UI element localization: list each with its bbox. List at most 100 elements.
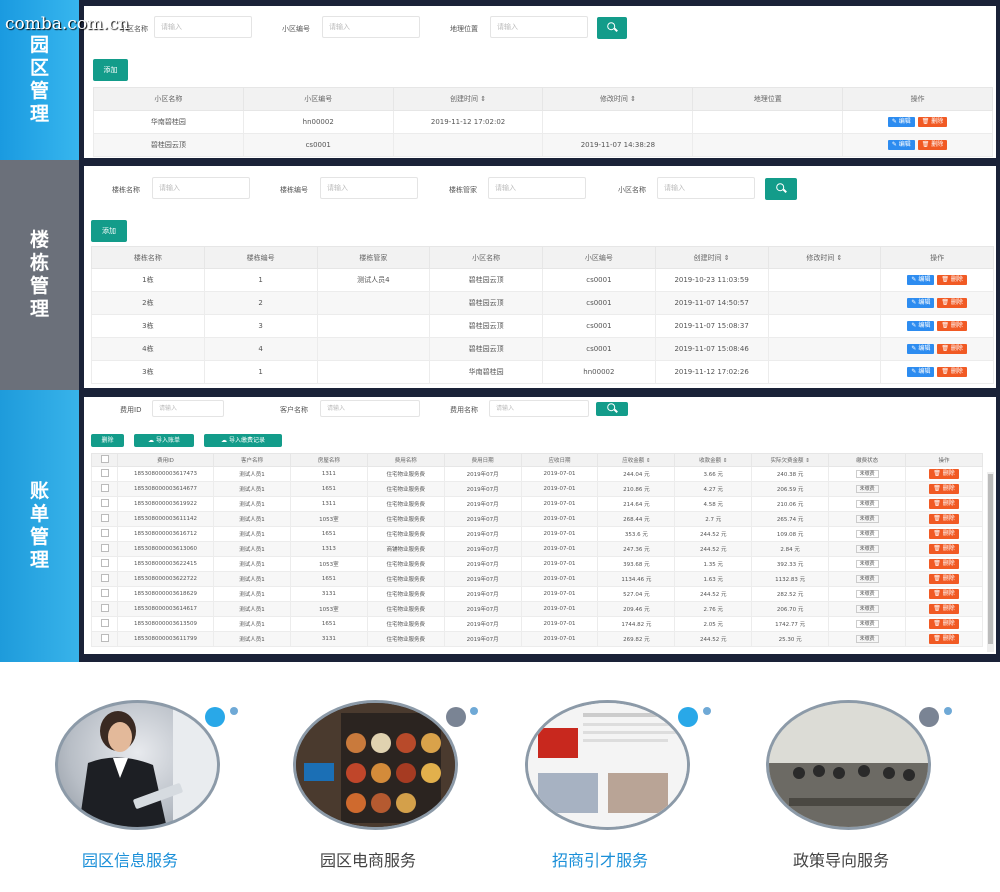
fee-name-input[interactable]: 请输入 xyxy=(489,400,589,417)
delete-button[interactable]: 🗑 删除 xyxy=(937,275,967,285)
row-checkbox[interactable] xyxy=(100,634,109,642)
column-header[interactable]: 房屋名称 xyxy=(289,453,368,467)
column-header[interactable]: 修改时间 ⇕ xyxy=(542,87,694,111)
delete-button[interactable]: 🗑 删除 xyxy=(937,298,967,308)
column-header[interactable]: 修改时间 ⇕ xyxy=(767,246,882,269)
fee-id-input[interactable]: 请输入 xyxy=(152,400,224,417)
delete-button[interactable]: 🗑 删除 xyxy=(929,544,959,554)
column-header[interactable]: 创建时间 ⇕ xyxy=(654,246,769,269)
delete-selected-button[interactable]: 删除 xyxy=(91,434,124,447)
delete-button[interactable]: 🗑 删除 xyxy=(937,321,967,331)
actions-cell: ✎ 编辑 🗑 删除 xyxy=(880,291,994,315)
column-header[interactable]: 费用ID xyxy=(117,453,214,467)
customer-name-input[interactable]: 请输入 xyxy=(320,400,420,417)
row-checkbox[interactable] xyxy=(100,574,109,582)
status-cell: 未缴费 xyxy=(828,571,907,587)
table-row: 185308000003622415 测试人员1 1053室 住宅物业服务费 2019年… xyxy=(91,556,983,572)
service-card-info[interactable]: 园区信息服务 xyxy=(40,695,238,885)
delete-button[interactable]: 🗑 删除 xyxy=(929,574,959,584)
column-header[interactable]: 操作 xyxy=(842,87,993,111)
service-card-recruit[interactable]: 招商引才服务 xyxy=(510,695,711,885)
delete-button[interactable]: 🗑 删除 xyxy=(929,604,959,614)
service-card-ecommerce[interactable]: 园区电商服务 xyxy=(278,695,478,885)
search-button[interactable] xyxy=(596,402,628,416)
row-checkbox[interactable] xyxy=(100,469,109,477)
delete-button[interactable]: 🗑 删除 xyxy=(929,484,959,494)
table-cell: 3131 xyxy=(289,586,368,602)
column-header[interactable]: 费用日期 xyxy=(443,453,522,467)
import-bill-button[interactable]: ☁ 导入账单 xyxy=(134,434,194,447)
row-checkbox[interactable] xyxy=(100,619,109,627)
column-header[interactable]: 操作 xyxy=(905,453,983,467)
service-card-policy[interactable]: 政策导向服务 xyxy=(751,695,952,885)
park-name-input[interactable]: 请输入 xyxy=(154,16,252,38)
table-cell: 2019年07月 xyxy=(443,556,522,572)
column-header[interactable]: 客户名称 xyxy=(213,453,291,467)
add-button[interactable]: 添加 xyxy=(91,220,127,242)
column-header[interactable]: 创建时间 ⇕ xyxy=(392,87,544,111)
table-row: 3栋 3 碧桂园云顶 cs0001 2019-11-07 15:08:37 ✎ 编辑 🗑 删… xyxy=(91,314,994,338)
row-checkbox[interactable] xyxy=(100,589,109,597)
row-checkbox[interactable] xyxy=(100,514,109,522)
column-header[interactable]: 应收日期 xyxy=(520,453,599,467)
column-header[interactable]: 小区名称 xyxy=(93,87,244,111)
delete-button[interactable]: 🗑 删除 xyxy=(917,117,948,127)
delete-button[interactable]: 🗑 删除 xyxy=(929,634,959,644)
column-header[interactable]: 地理位置 xyxy=(692,87,844,111)
column-header[interactable]: 收款金额 ⇕ xyxy=(674,453,753,467)
column-header[interactable]: 应收金额 ⇕ xyxy=(597,453,676,467)
edit-button[interactable]: ✎ 编辑 xyxy=(907,344,935,354)
edit-button[interactable]: ✎ 编辑 xyxy=(887,117,915,127)
edit-button[interactable]: ✎ 编辑 xyxy=(907,321,935,331)
service-photo-woman-tablet xyxy=(55,700,220,830)
edit-button[interactable]: ✎ 编辑 xyxy=(907,275,935,285)
table-cell: 住宅物业服务费 xyxy=(366,601,445,617)
building-code-input[interactable]: 请输入 xyxy=(320,177,418,199)
park-code-input[interactable]: 请输入 xyxy=(322,16,420,38)
edit-button[interactable]: ✎ 编辑 xyxy=(887,140,915,150)
select-all-checkbox[interactable] xyxy=(100,455,109,463)
delete-button[interactable]: 🗑 删除 xyxy=(929,469,959,479)
select-all-checkbox-header[interactable] xyxy=(91,453,118,467)
edit-button[interactable]: ✎ 编辑 xyxy=(907,367,935,377)
column-header[interactable]: 缴费状态 xyxy=(828,453,907,467)
search-button[interactable] xyxy=(597,17,627,39)
row-checkbox[interactable] xyxy=(100,484,109,492)
table-cell: 185308000003614677 xyxy=(117,481,214,497)
delete-button[interactable]: 🗑 删除 xyxy=(929,499,959,509)
scrollbar-thumb[interactable] xyxy=(988,474,993,644)
row-checkbox[interactable] xyxy=(100,604,109,612)
delete-button[interactable]: 🗑 删除 xyxy=(929,529,959,539)
delete-button[interactable]: 🗑 删除 xyxy=(917,140,948,150)
column-header[interactable]: 费用名称 xyxy=(366,453,445,467)
building-keeper-input[interactable]: 请输入 xyxy=(488,177,586,199)
column-header[interactable]: 楼栋管家 xyxy=(316,246,431,269)
delete-button[interactable]: 🗑 删除 xyxy=(929,559,959,569)
community-name-input[interactable]: 请输入 xyxy=(657,177,755,199)
building-name-input[interactable]: 请输入 xyxy=(152,177,250,199)
row-checkbox[interactable] xyxy=(100,499,109,507)
row-checkbox[interactable] xyxy=(100,544,109,552)
column-header[interactable]: 楼栋名称 xyxy=(91,246,205,269)
delete-button[interactable]: 🗑 删除 xyxy=(929,619,959,629)
delete-button[interactable]: 🗑 删除 xyxy=(937,344,967,354)
column-header[interactable]: 操作 xyxy=(880,246,994,269)
add-button[interactable]: 添加 xyxy=(93,59,128,81)
table-row: 1栋 1 测试人员4 碧桂园云顶 cs0001 2019-10-23 11:03:59 ✎ … xyxy=(91,268,994,292)
delete-button[interactable]: 🗑 删除 xyxy=(929,589,959,599)
location-input[interactable]: 请输入 xyxy=(490,16,588,38)
import-payment-button[interactable]: ☁ 导入缴费记录 xyxy=(204,434,282,447)
column-header[interactable]: 楼栋编号 xyxy=(203,246,318,269)
row-checkbox[interactable] xyxy=(100,529,109,537)
edit-button[interactable]: ✎ 编辑 xyxy=(907,298,935,308)
column-header[interactable]: 实际欠费金额 ⇕ xyxy=(751,453,830,467)
column-header[interactable]: 小区编号 xyxy=(542,246,656,269)
table-cell: 393.68 元 xyxy=(597,556,676,572)
delete-button[interactable]: 🗑 删除 xyxy=(929,514,959,524)
column-header[interactable]: 小区名称 xyxy=(429,246,543,269)
delete-button[interactable]: 🗑 删除 xyxy=(937,367,967,377)
table-scrollbar[interactable] xyxy=(987,472,994,652)
column-header[interactable]: 小区编号 xyxy=(242,87,394,111)
search-button[interactable] xyxy=(765,178,797,200)
row-checkbox[interactable] xyxy=(100,559,109,567)
